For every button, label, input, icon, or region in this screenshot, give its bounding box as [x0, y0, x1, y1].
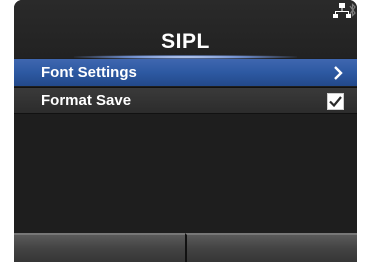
softkey-left[interactable] [14, 233, 185, 262]
softkey-bar [14, 233, 357, 262]
page-title: SIPL [161, 30, 210, 53]
menu-item-font-settings[interactable]: Font Settings [14, 59, 357, 86]
lcd-screen: SIPL Font Settings Format Save [14, 0, 357, 262]
menu-item-format-save[interactable]: Format Save [14, 87, 357, 114]
bluetooth-icon [349, 3, 356, 17]
checkmark-icon [327, 93, 344, 110]
header: SIPL [14, 0, 357, 59]
format-save-checkbox[interactable] [327, 93, 344, 110]
menu-item-label: Format Save [41, 92, 132, 109]
softkey-right[interactable] [184, 233, 357, 262]
menu-item-label: Font Settings [41, 64, 137, 81]
chevron-right-icon [334, 66, 343, 80]
